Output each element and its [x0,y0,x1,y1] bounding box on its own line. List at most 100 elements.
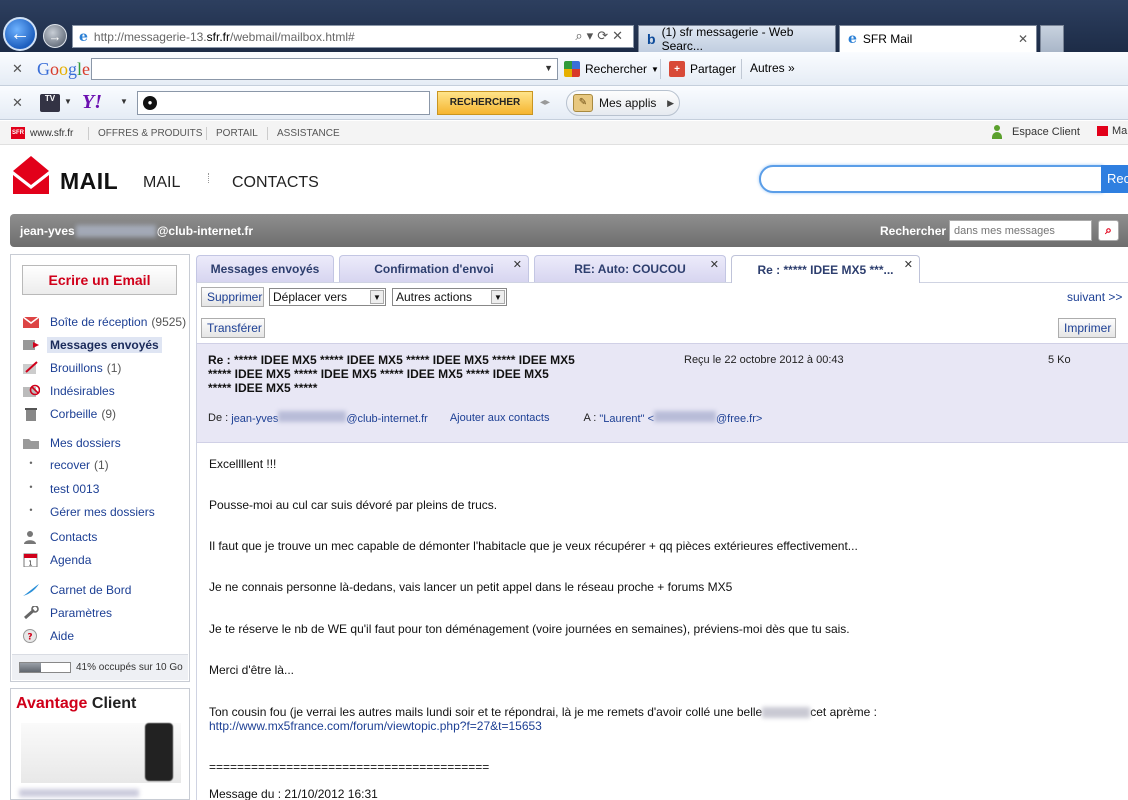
write-email-button[interactable]: Ecrire un Email [22,265,177,295]
tab-re-auto-coucou[interactable]: RE: Auto: COUCOU ✕ [534,255,726,282]
top-search-input[interactable] [759,165,1103,193]
espace-client-link[interactable]: Espace Client [992,125,1080,139]
yahoo-search-button[interactable]: RECHERCHER [437,91,533,115]
nav-offres[interactable]: OFFRES & PRODUITS [98,128,202,139]
rechercher-label: Rechercher [585,62,648,76]
top-search-button[interactable]: Rec [1101,165,1128,193]
browser-chrome: ← → e http://messagerie-13. sfr.fr/webmai… [0,0,1128,53]
add-contact-link[interactable]: Ajouter aux contacts [450,412,550,424]
address-tools-icons[interactable]: ⌕▾⟳✕ [575,28,627,44]
contacts-icon [24,531,36,544]
redacted-text [75,225,156,237]
forward-button[interactable]: → [43,24,67,48]
arrow-right-icon: → [48,28,62,44]
sidebar-item-trash[interactable]: Corbeille (9) [22,405,187,423]
sfr-logo-icon: SFR [11,127,25,139]
close-toolbar-icon[interactable]: ✕ [12,95,23,111]
body-paragraph: Je ne connais personne là-dedans, vais l… [209,580,733,594]
google-search-input[interactable]: ▼ [91,58,558,80]
body-paragraph: Ton cousin fou (je verrai les autres mai… [209,705,877,719]
search-icon[interactable]: ⌕ [1098,220,1119,241]
chevron-down-icon[interactable]: ▼ [544,63,553,73]
email-prefix: jean-yves [20,224,75,238]
yahoo-search-input[interactable]: ● [137,91,430,115]
close-icon[interactable]: ✕ [513,258,522,271]
sidebar-item-spam[interactable]: Indésirables [22,382,187,400]
phone-image [145,723,173,781]
mail-icon [1097,126,1108,136]
body-text: cet aprème : [810,705,877,719]
tv-icon[interactable]: TV [40,94,60,112]
delete-button[interactable]: Supprimer [201,287,264,307]
close-icon[interactable]: ✕ [904,258,913,271]
back-button[interactable]: ← [3,17,37,51]
bullet-icon: • [29,458,33,468]
mes-applis-button[interactable]: ✎ Mes applis ▶ [566,90,680,116]
move-to-select[interactable]: Déplacer vers ▼ [269,288,386,306]
help-icon: ? [23,629,37,643]
sidebar-item-inbox[interactable]: Boîte de réception (9525) [22,313,187,331]
browser-tab-sfr-mail[interactable]: e SFR Mail ✕ [839,25,1037,52]
sidebar-item-help[interactable]: ? Aide [22,627,187,645]
avantage-client-promo[interactable]: Avantage Client [10,688,190,800]
sidebar-item-contacts[interactable]: Contacts [22,528,187,546]
sidebar-item-settings[interactable]: Paramètres [22,604,187,622]
google-search-icon [564,61,580,77]
close-icon[interactable]: ✕ [710,258,719,271]
google-rechercher-button[interactable]: Rechercher ▼ [564,61,659,77]
browser-tab-bing[interactable]: b (1) sfr messagerie - Web Searc... [638,25,836,53]
print-button[interactable]: Imprimer [1058,318,1116,338]
sidebar-item-recover[interactable]: • recover (1) [22,456,187,474]
sidebar-item-count: (1) [106,361,122,375]
sidebar-item-manage-folders[interactable]: • Gérer mes dossiers [22,503,187,521]
divider [267,127,268,140]
url-prefix: http://messagerie-13. [93,29,207,44]
redacted-text [654,411,716,422]
address-bar[interactable]: e http://messagerie-13. sfr.fr/webmail/ma… [72,25,634,48]
sidebar-item-drafts[interactable]: Brouillons (1) [22,359,187,377]
yahoo-logo[interactable]: Y! [82,91,102,114]
message-subject: Re : ***** IDEE MX5 ***** IDEE MX5 *****… [208,353,628,395]
nav-portail[interactable]: PORTAIL [216,128,258,139]
toolbar-grip-icon[interactable]: ◂▸ [540,97,550,108]
new-tab-button[interactable] [1040,25,1064,52]
sidebar-item-count: (9) [101,407,117,421]
close-toolbar-icon[interactable]: ✕ [12,61,23,77]
message-search-input[interactable] [949,220,1092,241]
to-address[interactable]: "Laurent" < @free.fr> [599,411,762,425]
to-label: A : [583,412,597,424]
google-autres-button[interactable]: Autres » [750,61,795,75]
received-date: Reçu le 22 octobre 2012 à 00:43 [684,354,844,366]
from-address[interactable]: jean-yves @club-internet.fr [231,411,428,425]
redacted-text [278,411,347,422]
rechercher-label: Rechercher [880,224,947,238]
forward-message-button[interactable]: Transférer [201,318,265,338]
close-tab-icon[interactable]: ✕ [1018,32,1028,46]
chevron-down-icon[interactable]: ▼ [120,97,128,106]
spam-icon [23,384,40,397]
sidebar: Ecrire un Email Boîte de réception (9525… [10,254,190,682]
sfr-site-link[interactable]: www.sfr.fr [30,128,73,139]
sidebar-item-carnet[interactable]: Carnet de Bord [22,581,187,599]
sidebar-item-sent[interactable]: Messages envoyés [22,336,187,354]
select-value: Autres actions [396,290,473,304]
ie-page-icon: e [848,31,857,47]
sidebar-item-label: Brouillons [50,361,103,375]
tab-messages-envoyes[interactable]: Messages envoyés [196,255,334,282]
nav-mail[interactable]: MAIL [143,174,180,192]
nav-assistance[interactable]: ASSISTANCE [277,128,340,139]
subject-line: Re : ***** IDEE MX5 ***** IDEE MX5 *****… [208,353,575,367]
ma-link[interactable]: Ma [1097,125,1127,137]
google-partager-button[interactable]: + Partager [669,61,736,77]
nav-contacts[interactable]: CONTACTS [232,174,319,192]
sidebar-item-agenda[interactable]: 1 Agenda [22,551,187,569]
sidebar-item-folders[interactable]: Mes dossiers [22,434,187,452]
next-link[interactable]: suivant >> [1067,290,1122,304]
other-actions-select[interactable]: Autres actions ▼ [392,288,507,306]
redacted-text [19,789,139,797]
tab-re-idee-mx5[interactable]: Re : ***** IDEE MX5 ***... ✕ [731,255,920,283]
sidebar-item-test[interactable]: • test 0013 [22,480,187,498]
chevron-down-icon[interactable]: ▼ [64,97,72,106]
forum-link[interactable]: http://www.mx5france.com/forum/viewtopic… [209,719,542,733]
tab-confirmation-envoi[interactable]: Confirmation d'envoi ✕ [339,255,529,282]
